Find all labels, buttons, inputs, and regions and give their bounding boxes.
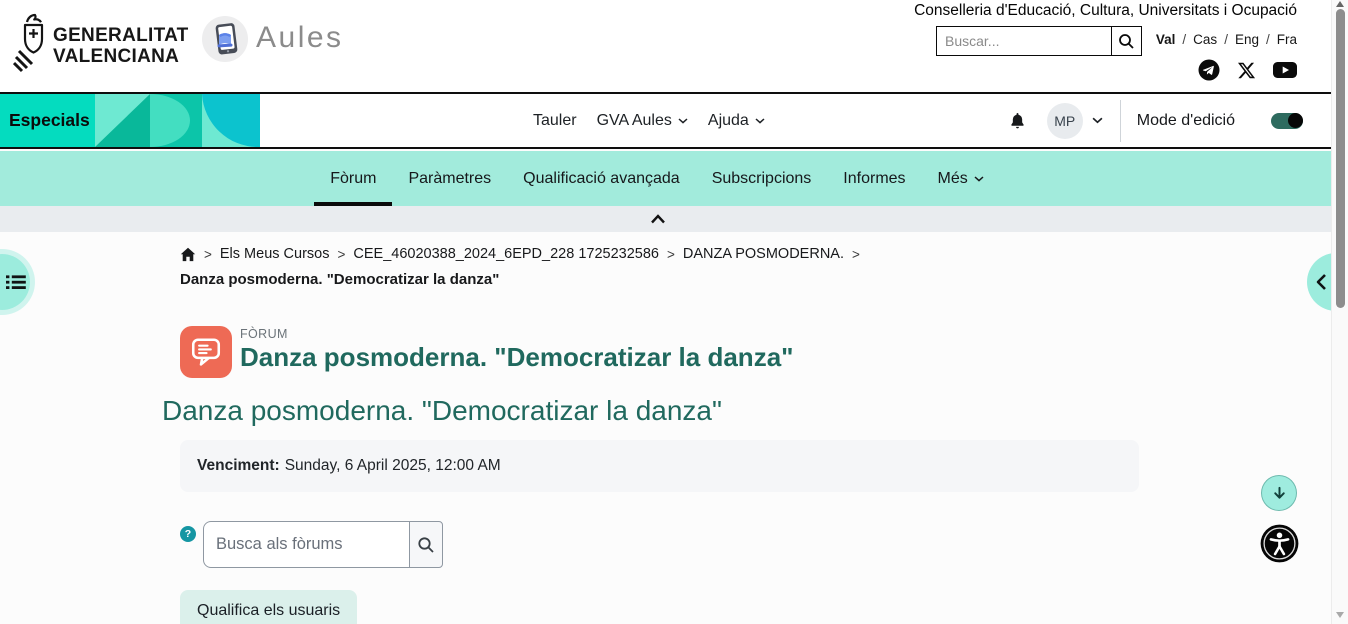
chevron-down-icon	[678, 118, 688, 124]
social-links	[1198, 59, 1297, 81]
nav-tauler[interactable]: Tauler	[533, 112, 577, 130]
breadcrumb: > Els Meus Cursos > CEE_46020388_2024_6E…	[180, 246, 1145, 288]
nav-tauler-label: Tauler	[533, 112, 577, 130]
accessibility-person-icon	[1260, 524, 1299, 563]
help-icon[interactable]: ?	[180, 526, 196, 542]
breadcrumb-els-meus-cursos[interactable]: Els Meus Cursos	[220, 246, 330, 262]
forum-search-input[interactable]	[203, 521, 410, 568]
breadcrumb-section[interactable]: DANZA POSMODERNA.	[683, 246, 844, 262]
scroll-down-button[interactable]	[1261, 475, 1297, 511]
header-search-button[interactable]	[1112, 26, 1142, 56]
page-content: > Els Meus Cursos > CEE_46020388_2024_6E…	[0, 232, 1348, 624]
breadcrumb-separator: >	[204, 247, 212, 262]
telegram-icon[interactable]	[1198, 59, 1220, 81]
lang-separator: /	[1266, 32, 1270, 47]
gva-logo-line2: VALENCIANA	[53, 46, 189, 67]
youtube-icon[interactable]	[1273, 61, 1297, 79]
breadcrumb-separator: >	[667, 247, 675, 262]
lang-val[interactable]: Val	[1156, 32, 1176, 47]
header-collapse-strip	[0, 206, 1348, 232]
nav-ajuda-label: Ajuda	[708, 112, 749, 130]
lang-fra[interactable]: Fra	[1277, 32, 1297, 47]
tab-mes-label: Més	[938, 170, 968, 188]
edit-mode-label: Mode d'edició	[1137, 112, 1235, 130]
tab-informes-label: Informes	[843, 170, 905, 188]
scrollbar-up-arrow[interactable]	[1336, 1, 1344, 7]
forum-search-button[interactable]	[409, 521, 443, 568]
due-date-value: Sunday, 6 April 2025, 12:00 AM	[285, 457, 501, 475]
grade-users-button[interactable]: Qualifica els usuaris	[180, 590, 357, 624]
aules-logo[interactable]	[202, 16, 248, 62]
org-name: Conselleria d'Educació, Cultura, Univers…	[914, 2, 1297, 20]
arrow-down-icon	[1271, 485, 1288, 502]
breadcrumb-current: Danza posmoderna. "Democratizar la danza…	[180, 271, 499, 288]
nav-ajuda[interactable]: Ajuda	[708, 112, 765, 130]
due-date-box: Venciment: Sunday, 6 April 2025, 12:00 A…	[180, 440, 1139, 492]
notifications-bell-icon[interactable]	[1008, 111, 1027, 131]
navbar-links: Tauler GVA Aules Ajuda	[533, 94, 765, 147]
header-search	[936, 26, 1142, 56]
navbar-right: MP Mode d'edició	[1008, 94, 1303, 147]
tab-qualificacio-avancada[interactable]: Qualificació avançada	[507, 151, 696, 206]
search-icon	[417, 536, 435, 554]
navbar-divider	[1120, 100, 1121, 142]
lang-separator: /	[1182, 32, 1186, 47]
gva-logo-text[interactable]: GENERALITAT VALENCIANA	[53, 25, 189, 67]
forum-activity-icon	[180, 326, 232, 378]
lang-separator: /	[1224, 32, 1228, 47]
edit-mode-toggle[interactable]	[1271, 113, 1303, 129]
main-navbar: Especials Tauler GVA Aules Ajuda MP	[0, 94, 1348, 149]
x-twitter-icon[interactable]	[1237, 61, 1256, 80]
especials-banner[interactable]: Especials	[0, 94, 260, 147]
activity-title: Danza posmoderna. "Democratizar la danza…	[240, 342, 793, 373]
header-search-input[interactable]	[936, 26, 1112, 56]
activity-tabbar: Fòrum Paràmetres Qualificació avançada S…	[0, 151, 1348, 206]
language-switcher: Val / Cas / Eng / Fra	[1156, 32, 1297, 47]
breadcrumb-separator: >	[852, 247, 860, 262]
tab-qualificacio-label: Qualificació avançada	[523, 170, 680, 188]
chevron-up-icon	[650, 214, 666, 224]
due-date-label: Venciment:	[197, 457, 280, 475]
tab-mes[interactable]: Més	[922, 151, 1000, 206]
page-heading: Danza posmoderna. "Democratizar la danza…	[162, 395, 722, 427]
user-avatar[interactable]: MP	[1047, 103, 1083, 139]
scrollbar-down-arrow[interactable]	[1336, 612, 1344, 618]
activity-type-label: FÒRUM	[240, 327, 288, 341]
course-index-list-icon	[6, 272, 26, 292]
aules-tablet-icon	[202, 16, 248, 62]
tab-subscripcions-label: Subscripcions	[712, 170, 812, 188]
home-icon[interactable]	[180, 247, 196, 262]
gva-logo-line1: GENERALITAT	[53, 25, 189, 46]
speech-bubble-icon	[189, 335, 223, 369]
gva-coat-of-arms-icon	[13, 12, 53, 74]
nav-gva-aules[interactable]: GVA Aules	[597, 112, 688, 130]
breadcrumb-separator: >	[337, 247, 345, 262]
tab-forum-label: Fòrum	[330, 170, 376, 188]
chevron-left-icon	[1314, 273, 1330, 291]
accessibility-widget-button[interactable]	[1260, 524, 1299, 563]
tab-informes[interactable]: Informes	[827, 151, 921, 206]
top-header: GENERALITAT VALENCIANA Aules Conselleria…	[0, 0, 1348, 94]
user-menu-chevron-down-icon[interactable]	[1092, 117, 1103, 124]
nav-gva-aules-label: GVA Aules	[597, 112, 672, 130]
scrollbar-thumb[interactable]	[1336, 9, 1345, 308]
lang-eng[interactable]: Eng	[1235, 32, 1259, 47]
aules-app-name: Aules	[256, 21, 344, 55]
tab-forum[interactable]: Fòrum	[314, 151, 392, 206]
search-icon	[1118, 33, 1135, 50]
collapse-header-button[interactable]	[643, 208, 673, 230]
tab-subscripcions[interactable]: Subscripcions	[696, 151, 828, 206]
vertical-scrollbar[interactable]	[1331, 0, 1348, 624]
tab-parametres-label: Paràmetres	[408, 170, 491, 188]
edit-mode-toggle-knob	[1288, 113, 1303, 128]
lang-cas[interactable]: Cas	[1193, 32, 1217, 47]
tab-parametres[interactable]: Paràmetres	[392, 151, 507, 206]
aules-forum-page: GENERALITAT VALENCIANA Aules Conselleria…	[0, 0, 1348, 624]
breadcrumb-course[interactable]: CEE_46020388_2024_6EPD_228 1725232586	[353, 246, 659, 262]
chevron-down-icon	[755, 118, 765, 124]
chevron-down-icon	[974, 176, 984, 182]
especials-label: Especials	[9, 94, 90, 147]
